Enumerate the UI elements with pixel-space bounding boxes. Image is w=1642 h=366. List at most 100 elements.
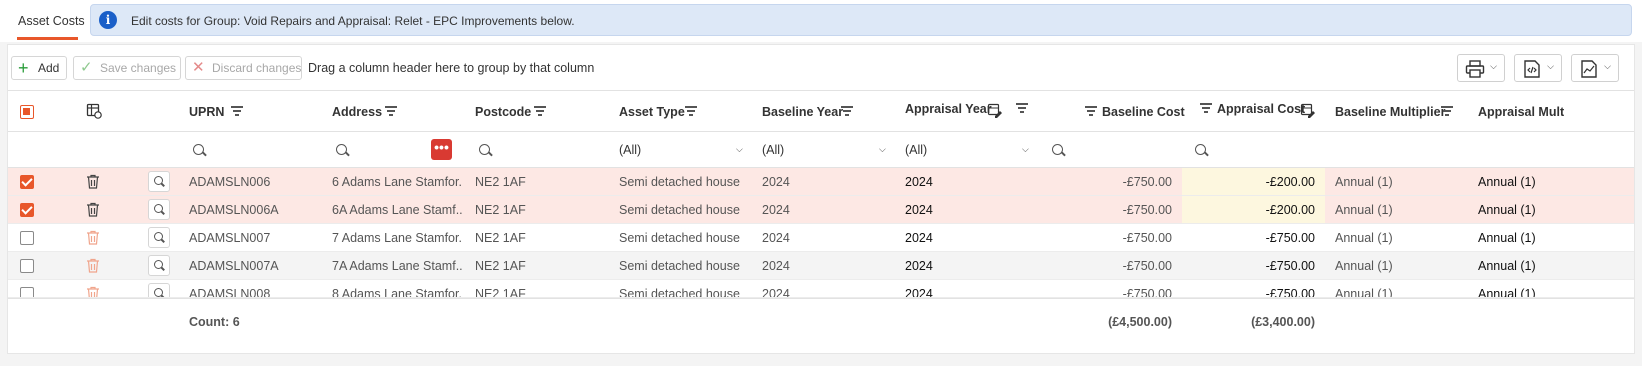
chevron-down-icon[interactable]: ⌵ [1022,144,1029,155]
column-header-baseline-year[interactable]: Baseline Year [762,105,843,119]
row-checkbox[interactable] [20,175,34,189]
trash-icon[interactable] [86,230,100,245]
appraisal-multiplier-cell[interactable]: Annual (1) [1478,231,1536,245]
search-icon [154,232,163,241]
postcode-cell: NE2 1AF [475,203,526,217]
filter-icon[interactable] [841,106,853,116]
column-header-appraisal-cost[interactable]: Appraisal Cost [1217,102,1305,116]
appraisal-year-cell[interactable]: 2024 [905,175,933,189]
table-row[interactable]: ADAMSLN007 7 Adams Lane Stamfor... NE2 1… [8,224,1634,252]
editable-column-icon [1300,103,1315,118]
appraisal-multiplier-cell[interactable]: Annual (1) [1478,259,1536,273]
chevron-down-icon[interactable]: ⌵ [879,144,886,155]
row-count: Count: 6 [189,315,240,329]
baseline-year-cell: 2024 [762,287,790,298]
search-icon[interactable] [1052,144,1063,155]
baseline-year-filter[interactable]: (All) [762,143,784,157]
trash-icon[interactable] [86,202,100,217]
asset-type-cell: Semi detached house [619,175,740,189]
column-header-postcode[interactable]: Postcode [475,105,531,119]
column-header-asset-type[interactable]: Asset Type [619,105,685,119]
filter-icon[interactable] [1441,106,1453,116]
appraisal-cost-cell[interactable]: -£750.00 [1191,259,1315,273]
trash-icon[interactable] [86,286,100,298]
table-row[interactable]: ADAMSLN008 8 Adams Lane Stamfor... NE2 1… [8,280,1634,298]
appraisal-multiplier-cell[interactable]: Annual (1) [1478,287,1536,297]
grid-header-row: UPRN Address Postcode Asset Type Baselin… [8,90,1634,132]
baseline-year-cell: 2024 [762,175,790,189]
appraisal-cost-cell[interactable]: -£750.00 [1191,231,1315,245]
appraisal-year-cell[interactable]: 2024 [905,287,933,297]
save-changes-button[interactable]: ✓ Save changes [73,56,181,80]
table-row[interactable]: ADAMSLN007A 7A Adams Lane Stamf... NE2 1… [8,252,1634,280]
row-checkbox[interactable] [20,259,34,273]
column-header-appraisal-multiplier[interactable]: Appraisal Mult [1478,105,1636,119]
search-icon [154,260,163,269]
select-all-checkbox[interactable] [20,105,34,119]
filter-icon[interactable] [1085,106,1097,116]
filter-icon[interactable] [534,106,546,116]
column-chooser-icon[interactable] [86,103,102,119]
print-button[interactable]: ⌵ [1457,54,1505,82]
filter-icon[interactable] [1016,103,1028,113]
chevron-down-icon: ⌵ [1490,61,1497,71]
column-header-uprn[interactable]: UPRN [189,105,224,119]
uprn-cell: ADAMSLN006A [189,203,279,217]
appraisal-year-filter[interactable]: (All) [905,143,927,157]
filter-icon[interactable] [231,106,243,116]
add-button[interactable]: + Add [11,56,67,80]
baseline-year-cell: 2024 [762,231,790,245]
view-details-button[interactable] [148,255,170,276]
chevron-down-icon[interactable]: ⌵ [736,144,743,155]
search-icon[interactable] [336,144,347,155]
appraisal-multiplier-cell[interactable]: Annual (1) [1478,203,1536,217]
row-checkbox[interactable] [20,231,34,245]
view-details-button[interactable] [148,283,170,297]
column-header-baseline-multiplier[interactable]: Baseline Multiplier [1335,105,1445,119]
plus-icon: + [18,58,29,78]
view-details-button[interactable] [148,199,170,220]
discard-changes-button[interactable]: ✕ Discard changes [185,56,302,80]
address-cell: 7A Adams Lane Stamf... [332,259,462,273]
group-panel-hint[interactable]: Drag a column header here to group by th… [308,61,594,75]
appraisal-year-cell[interactable]: 2024 [905,259,933,273]
appraisal-cost-cell[interactable]: -£750.00 [1191,287,1315,297]
filter-icon[interactable] [685,106,697,116]
appraisal-year-cell[interactable]: 2024 [905,203,933,217]
appraisal-multiplier-cell[interactable]: Annual (1) [1478,175,1536,189]
printer-icon [1465,60,1485,78]
filter-icon[interactable] [385,106,397,116]
save-button-label: Save changes [100,61,177,75]
column-header-baseline-cost[interactable]: Baseline Cost [1102,105,1185,119]
tab-asset-costs[interactable]: Asset Costs [10,0,93,40]
view-details-button[interactable] [148,227,170,248]
row-checkbox[interactable] [20,287,34,297]
baseline-multiplier-cell: Annual (1) [1335,287,1393,298]
view-details-button[interactable] [148,171,170,192]
appraisal-cost-cell[interactable]: -£200.00 [1191,175,1315,189]
uprn-cell: ADAMSLN008 [189,287,271,298]
baseline-multiplier-cell: Annual (1) [1335,231,1393,245]
trash-icon[interactable] [86,174,100,189]
table-row[interactable]: ADAMSLN006 6 Adams Lane Stamfor... NE2 1… [8,168,1634,196]
search-icon[interactable] [1195,144,1206,155]
appraisal-cost-cell[interactable]: -£200.00 [1191,203,1315,217]
row-checkbox[interactable] [20,203,34,217]
column-header-address[interactable]: Address [332,105,382,119]
search-icon[interactable] [193,144,204,155]
filter-icon[interactable] [1200,103,1212,113]
appraisal-year-cell[interactable]: 2024 [905,231,933,245]
info-text: Edit costs for Group: Void Repairs and A… [131,14,575,28]
more-options-button[interactable]: ••• [431,139,452,160]
info-banner: i Edit costs for Group: Void Repairs and… [90,4,1632,36]
close-icon: ✕ [192,59,205,76]
trash-icon[interactable] [86,258,100,273]
address-cell: 8 Adams Lane Stamfor... [332,287,462,298]
export-chart-button[interactable]: ⌵ [1571,54,1619,82]
export-code-button[interactable]: ⌵ [1514,54,1562,82]
search-icon[interactable] [479,144,490,155]
search-icon [154,176,163,185]
asset-type-filter[interactable]: (All) [619,143,641,157]
column-header-appraisal-year[interactable]: Appraisal Year [905,102,992,116]
table-row[interactable]: ADAMSLN006A 6A Adams Lane Stamf... NE2 1… [8,196,1634,224]
